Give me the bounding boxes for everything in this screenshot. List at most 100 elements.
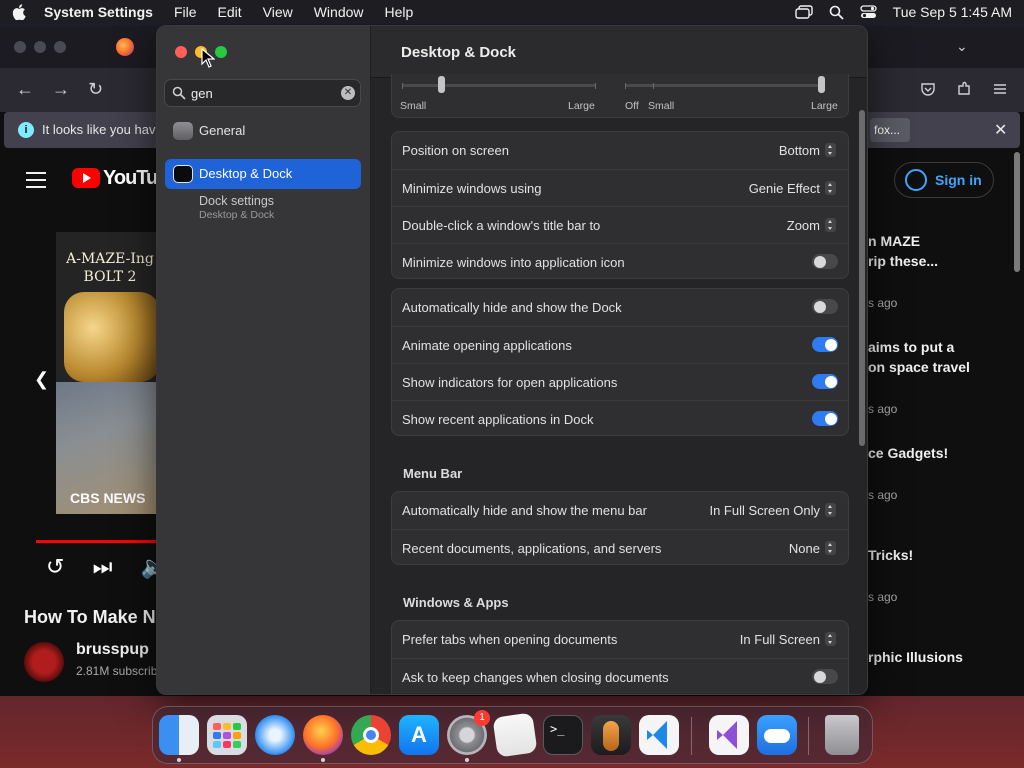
side-video-title[interactable]: on space travel xyxy=(868,357,970,377)
dock: A 1 >_ xyxy=(152,706,873,764)
vscode-icon[interactable] xyxy=(639,715,679,755)
animate-apps-toggle[interactable] xyxy=(812,337,838,352)
forward-arrow-icon[interactable]: → xyxy=(52,79,70,100)
position-popup-button[interactable]: Bottom xyxy=(779,143,836,158)
recent-documents-popup-button[interactable]: None xyxy=(789,541,836,556)
search-result-title[interactable]: Dock settings xyxy=(199,194,274,208)
chrome-icon[interactable] xyxy=(351,715,391,755)
clear-search-icon[interactable]: ✕ xyxy=(341,86,355,100)
search-icon xyxy=(172,86,186,100)
setting-row-keep-changes[interactable]: Ask to keep changes when closing documen… xyxy=(392,658,848,694)
channel-name[interactable]: brusspup xyxy=(76,641,149,659)
minimize-effect-popup-button[interactable]: Genie Effect xyxy=(749,181,836,196)
side-video-title[interactable]: ce Gadgets! xyxy=(868,443,948,463)
spotlight-search-icon[interactable] xyxy=(829,5,844,20)
side-video-title[interactable]: rip these... xyxy=(868,251,938,271)
minimize-into-icon-toggle[interactable] xyxy=(812,254,838,269)
close-button[interactable] xyxy=(175,46,187,58)
next-track-icon[interactable]: ⏭ xyxy=(93,554,113,579)
menu-window[interactable]: Window xyxy=(314,4,364,20)
tab-list-chevron-icon[interactable]: ⌄ xyxy=(956,38,968,55)
apple-icon[interactable] xyxy=(12,4,26,20)
magnification-slider-knob[interactable] xyxy=(818,76,825,93)
menu-file[interactable]: File xyxy=(174,4,197,20)
side-video-title[interactable]: Tricks! xyxy=(868,545,913,565)
sidebar-item-desktop-dock[interactable]: Desktop & Dock xyxy=(165,159,361,189)
gear-icon xyxy=(173,122,193,140)
setting-row-minimize-effect[interactable]: Minimize windows using Genie Effect xyxy=(392,169,848,206)
setting-row-recent-documents[interactable]: Recent documents, applications, and serv… xyxy=(392,529,848,566)
finder-icon[interactable] xyxy=(159,715,199,755)
setting-row-position[interactable]: Position on screen Bottom xyxy=(392,132,848,169)
search-input[interactable] xyxy=(191,84,331,102)
menu-app-name[interactable]: System Settings xyxy=(44,4,153,20)
autohide-menubar-popup-button[interactable]: In Full Screen Only xyxy=(709,503,836,518)
side-video-title[interactable]: aims to put a xyxy=(868,337,954,357)
back-arrow-icon[interactable]: ← xyxy=(16,79,34,100)
side-video-title[interactable]: rphic Illusions xyxy=(868,647,963,667)
setting-row-recent-apps[interactable]: Show recent applications in Dock xyxy=(392,400,848,437)
textedit-icon[interactable] xyxy=(492,712,538,758)
terminal-icon[interactable]: >_ xyxy=(543,715,583,755)
page-scrollbar[interactable] xyxy=(1014,152,1020,272)
menu-view[interactable]: View xyxy=(263,4,293,20)
side-video-title[interactable]: n MAZE xyxy=(868,231,920,251)
double-click-popup-button[interactable]: Zoom xyxy=(787,218,836,233)
app-store-icon[interactable]: A xyxy=(399,715,439,755)
recent-apps-toggle[interactable] xyxy=(812,411,838,426)
video-player[interactable]: A-MAZE-Ing BOLT 2 CBS NEWS xyxy=(56,232,166,514)
icloud-icon[interactable] xyxy=(757,715,797,755)
size-slider-track[interactable] xyxy=(402,84,596,87)
menu-help[interactable]: Help xyxy=(385,4,414,20)
size-slider-knob[interactable] xyxy=(437,76,445,93)
setting-row-animate-apps[interactable]: Animate opening applications xyxy=(392,326,848,363)
notification-action-button[interactable]: fox... xyxy=(870,118,910,142)
firefox-tab-icon[interactable] xyxy=(116,38,134,56)
setting-row-double-click[interactable]: Double-click a window's title bar to Zoo… xyxy=(392,206,848,243)
setting-row-prefer-tabs[interactable]: Prefer tabs when opening documents In Fu… xyxy=(392,621,848,658)
safari-icon[interactable] xyxy=(255,715,295,755)
visual-studio-icon[interactable] xyxy=(709,715,749,755)
window-zoom-dot[interactable] xyxy=(54,41,66,53)
settings-sidebar: ✕ General Desktop & Dock Dock settings D… xyxy=(157,26,371,694)
youtube-logo-icon[interactable] xyxy=(72,168,100,188)
trash-icon[interactable] xyxy=(825,715,859,755)
magnification-max-label: Large xyxy=(811,100,838,112)
pocket-icon[interactable] xyxy=(920,81,936,97)
screen-mirroring-icon[interactable] xyxy=(794,5,813,19)
video-title[interactable]: How To Make Nut xyxy=(24,607,173,628)
magnification-slider-track[interactable] xyxy=(625,84,822,87)
setting-row-minimize-into-icon[interactable]: Minimize windows into application icon xyxy=(392,243,848,280)
video-progress-bar[interactable] xyxy=(36,540,166,543)
prefer-tabs-popup-button[interactable]: In Full Screen xyxy=(740,632,836,647)
firefox-icon[interactable] xyxy=(303,715,343,755)
zoom-button[interactable] xyxy=(215,46,227,58)
autohide-dock-toggle[interactable] xyxy=(812,299,838,314)
show-indicators-toggle[interactable] xyxy=(812,374,838,389)
channel-avatar[interactable] xyxy=(24,642,64,682)
sign-in-button[interactable]: Sign in xyxy=(894,162,994,198)
window-close-dot[interactable] xyxy=(14,41,26,53)
control-center-icon[interactable] xyxy=(860,5,877,19)
hamburger-menu-icon[interactable] xyxy=(992,81,1008,97)
menu-bar-clock[interactable]: Tue Sep 5 1:45 AM xyxy=(893,4,1012,20)
youtube-menu-icon[interactable] xyxy=(26,172,46,193)
replay-icon[interactable]: ↺ xyxy=(46,554,64,579)
search-field[interactable]: ✕ xyxy=(164,79,361,107)
dock-separator xyxy=(808,717,809,755)
content-scrollbar[interactable] xyxy=(859,110,865,446)
notification-close-icon[interactable]: ✕ xyxy=(994,120,1007,140)
setting-row-autohide-menubar[interactable]: Automatically hide and show the menu bar… xyxy=(392,492,848,529)
garageband-icon[interactable] xyxy=(591,715,631,755)
chrome-center xyxy=(363,727,379,743)
menu-edit[interactable]: Edit xyxy=(218,4,242,20)
setting-row-autohide-dock[interactable]: Automatically hide and show the Dock xyxy=(392,289,848,326)
setting-row-show-indicators[interactable]: Show indicators for open applications xyxy=(392,363,848,400)
sidebar-item-general[interactable]: General xyxy=(165,116,361,146)
extensions-icon[interactable] xyxy=(956,81,972,97)
previous-chevron-icon[interactable]: ❮ xyxy=(34,369,49,390)
reload-icon[interactable]: ↻ xyxy=(88,79,103,100)
window-minimize-dot[interactable] xyxy=(34,41,46,53)
launchpad-icon[interactable] xyxy=(207,715,247,755)
keep-changes-toggle[interactable] xyxy=(812,669,838,684)
